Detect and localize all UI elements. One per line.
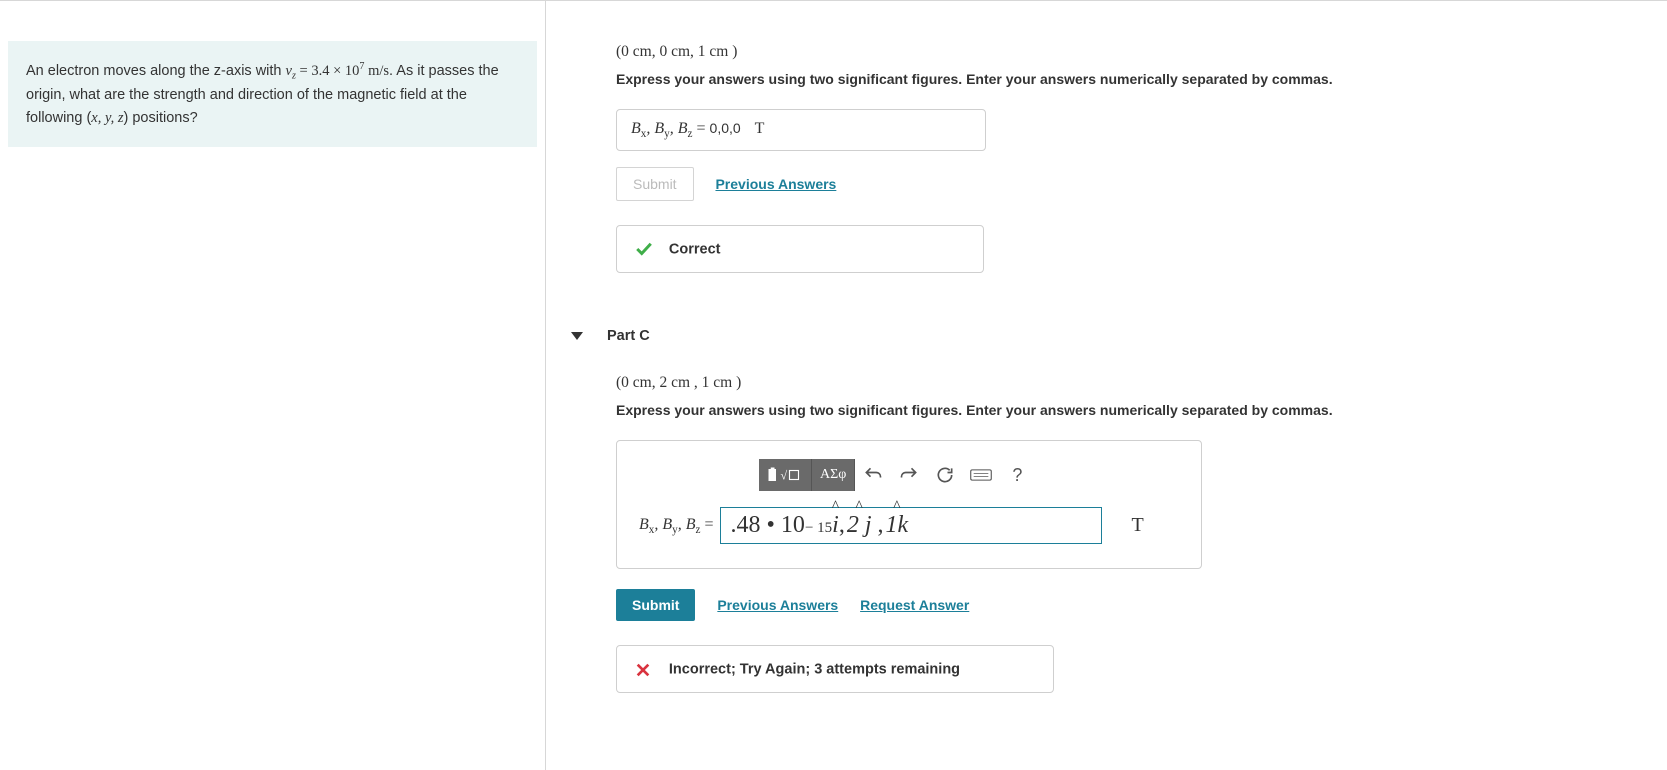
previous-answers-link-b[interactable]: Previous Answers xyxy=(715,176,836,192)
greek-tool-icon[interactable]: ΑΣφ xyxy=(812,459,855,491)
partB-value: 0,0,0 xyxy=(710,120,741,136)
request-answer-link[interactable]: Request Answer xyxy=(860,597,969,613)
previous-answers-link-c[interactable]: Previous Answers xyxy=(717,597,838,613)
template-tool-icon[interactable]: √ xyxy=(759,459,812,491)
math-toolbar: √ ΑΣφ xyxy=(759,459,1179,491)
answer-label-c: Bx, By, Bz = xyxy=(639,516,714,536)
partB-unit: T xyxy=(755,120,765,137)
partC-position: (0 cm, 2 cm , 1 cm ) xyxy=(616,374,1616,392)
keyboard-icon[interactable] xyxy=(963,459,999,491)
feedback-correct: Correct xyxy=(616,225,984,273)
problem-statement: An electron moves along the z-axis with … xyxy=(8,41,537,147)
help-icon[interactable]: ? xyxy=(999,459,1035,491)
part-c-header[interactable]: Part C xyxy=(571,328,1616,344)
svg-text:√: √ xyxy=(781,469,788,483)
check-icon xyxy=(635,240,653,258)
answer-box-b: Bx, By, Bz = 0,0,0 T xyxy=(616,109,986,151)
undo-icon[interactable] xyxy=(855,459,891,491)
chevron-down-icon[interactable] xyxy=(571,332,583,340)
partC-instruction: Express your answers using two significa… xyxy=(616,402,1616,418)
answer-editor-c: √ ΑΣφ xyxy=(616,440,1202,569)
partB-instruction: Express your answers using two significa… xyxy=(616,71,1616,87)
redo-icon[interactable] xyxy=(891,459,927,491)
submit-button-c[interactable]: Submit xyxy=(616,589,695,621)
partB-position: (0 cm, 0 cm, 1 cm ) xyxy=(616,43,1616,61)
cross-icon xyxy=(635,662,653,678)
partC-unit: T xyxy=(1132,514,1144,537)
math-input-c[interactable]: .48 • 10− 15i,2 j ,1k xyxy=(720,507,1102,544)
feedback-incorrect: Incorrect; Try Again; 3 attempts remaini… xyxy=(616,645,1054,692)
reset-icon[interactable] xyxy=(927,459,963,491)
submit-button-b: Submit xyxy=(616,167,694,201)
